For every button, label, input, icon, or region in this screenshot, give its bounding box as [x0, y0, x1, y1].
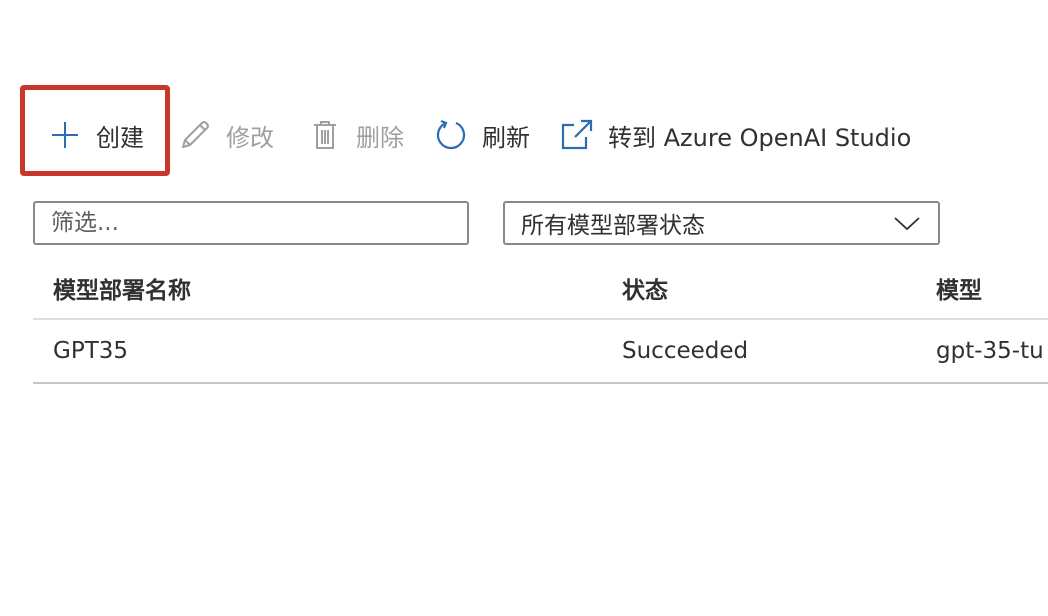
trash-icon: [308, 118, 342, 152]
cell-deployment-name[interactable]: GPT35: [53, 320, 128, 382]
column-header-status[interactable]: 状态: [622, 258, 668, 318]
status-filter-dropdown[interactable]: 所有模型部署状态: [503, 201, 940, 245]
pencil-icon: [178, 118, 212, 152]
table-row[interactable]: GPT35 Succeeded gpt-35-tu: [33, 320, 1048, 384]
command-bar: 创建 修改 删除 刷新 转到 Azure OpenAI Studio: [40, 110, 911, 160]
cell-model: gpt-35-tu: [936, 338, 1044, 364]
refresh-icon: [434, 118, 468, 152]
table-header: 模型部署名称 状态 模型: [33, 258, 1048, 320]
open-studio-label: 转到 Azure OpenAI Studio: [608, 123, 912, 152]
edit-button[interactable]: 修改: [178, 110, 274, 160]
create-button[interactable]: 创建: [48, 110, 144, 160]
filter-input[interactable]: [33, 201, 469, 245]
refresh-button[interactable]: 刷新: [434, 110, 530, 160]
external-link-icon: [560, 118, 594, 152]
status-filter-value: 所有模型部署状态: [521, 213, 705, 239]
cell-status: Succeeded: [622, 338, 749, 364]
open-studio-button[interactable]: 转到 Azure OpenAI Studio: [560, 110, 911, 160]
edit-label: 修改: [226, 123, 274, 152]
delete-label: 删除: [356, 123, 404, 152]
plus-icon: [48, 118, 82, 152]
refresh-label: 刷新: [482, 123, 530, 152]
column-header-name[interactable]: 模型部署名称: [53, 258, 191, 318]
column-header-model[interactable]: 模型: [936, 258, 982, 318]
chevron-down-icon: [892, 213, 922, 233]
delete-button[interactable]: 删除: [308, 110, 404, 160]
create-label: 创建: [96, 123, 144, 152]
deployments-table: 模型部署名称 状态 模型 GPT35 Succeeded gpt-35-tu: [33, 258, 1048, 384]
